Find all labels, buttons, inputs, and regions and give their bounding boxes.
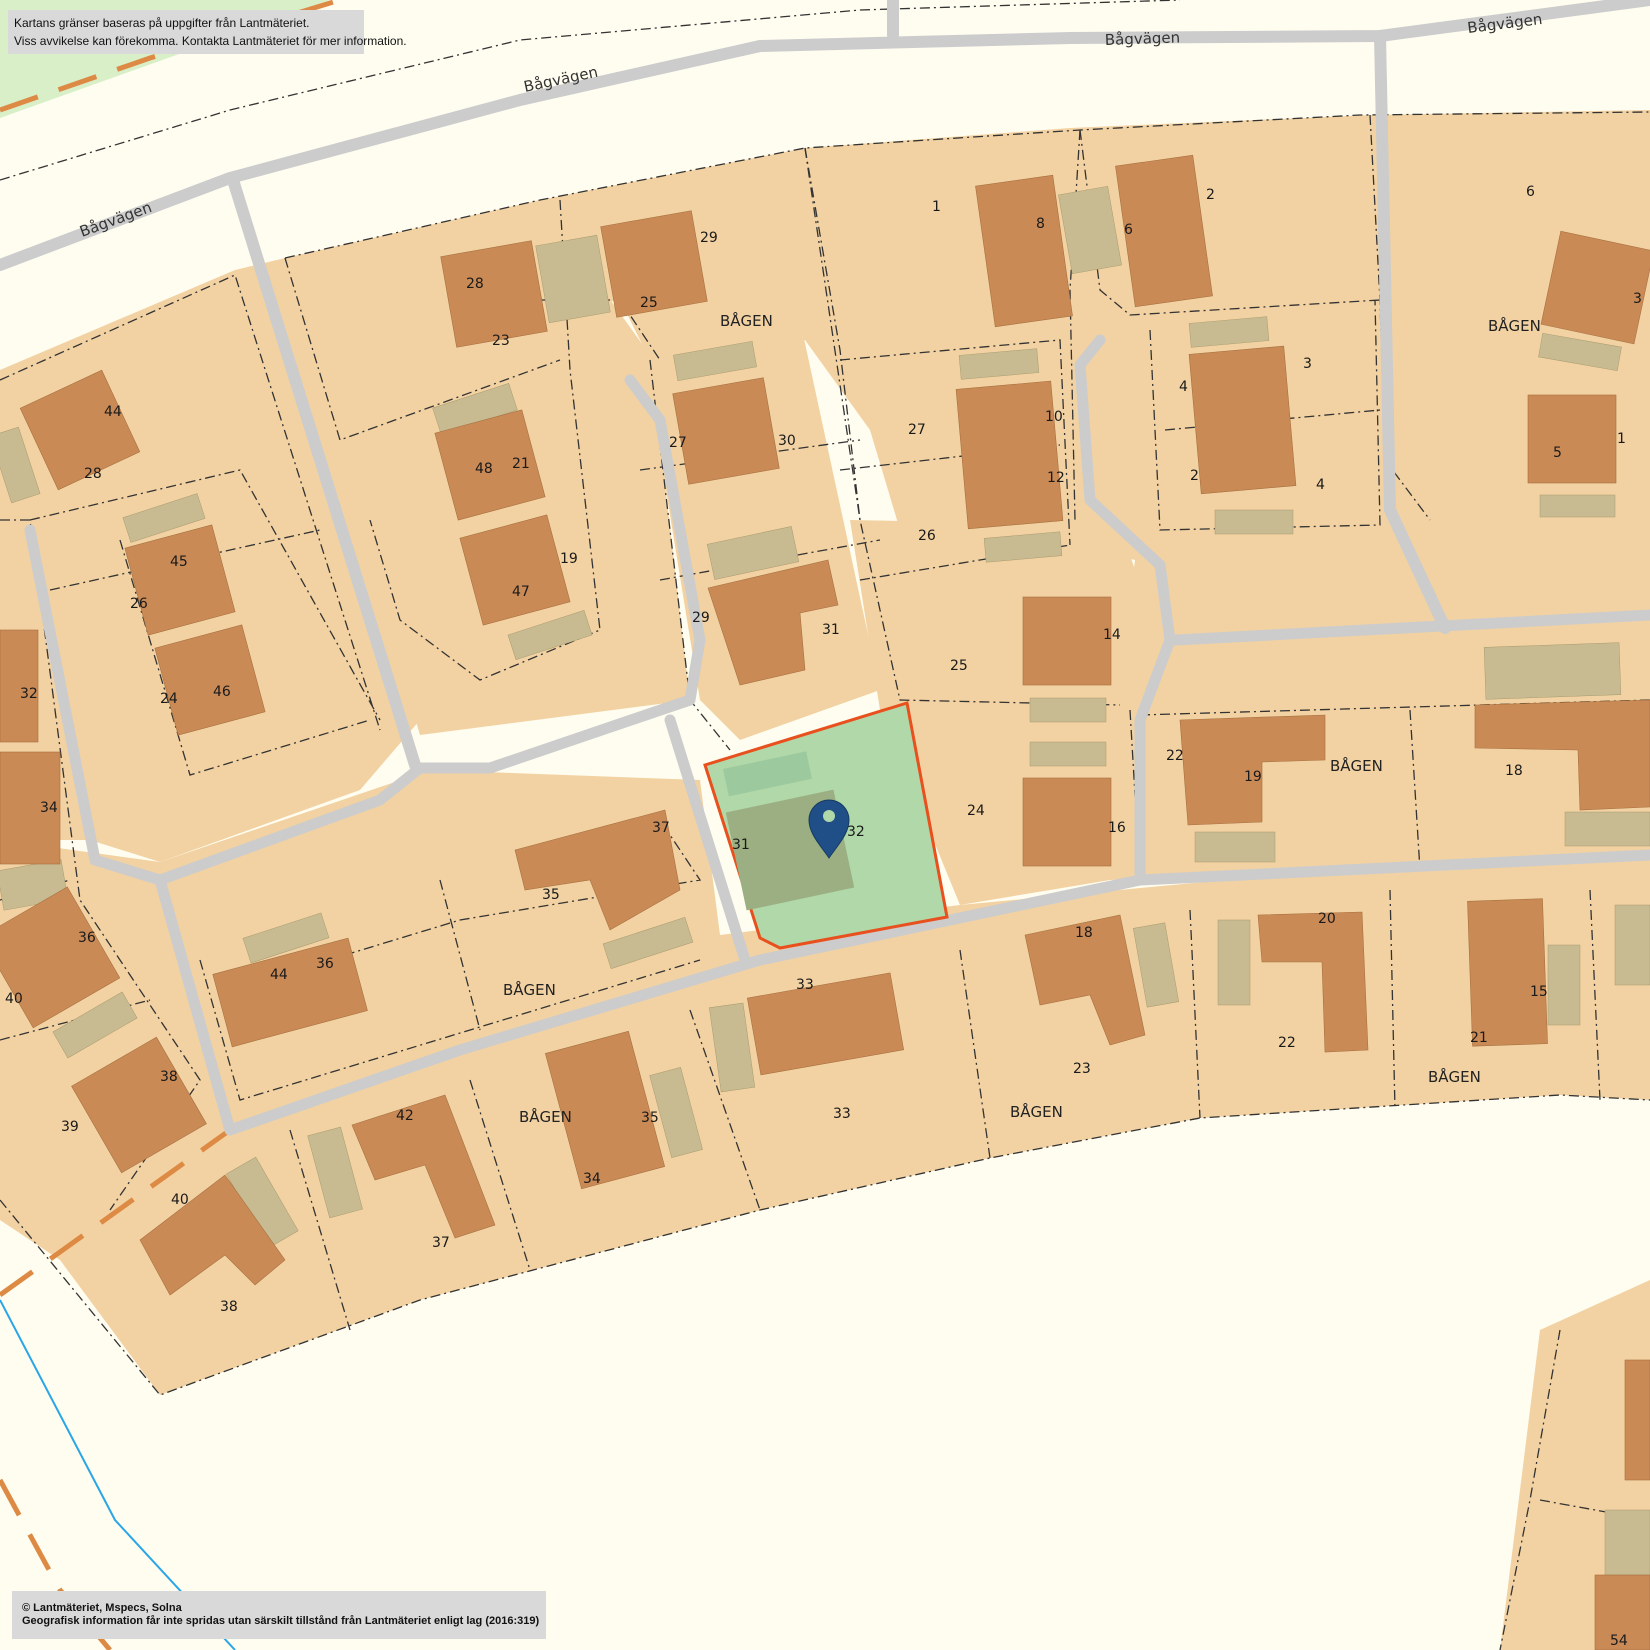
- plot-number: 25: [640, 295, 658, 311]
- plot-number: 3: [1633, 291, 1642, 307]
- plot-number: 18: [1075, 925, 1093, 941]
- plot-number: 14: [1103, 627, 1121, 643]
- plot-number: 2: [1206, 187, 1215, 203]
- plot-number: 30: [778, 433, 796, 449]
- plot-number: 2: [1190, 468, 1199, 484]
- block-label: BÅGEN: [519, 1107, 572, 1126]
- plot-number: 6: [1124, 222, 1133, 238]
- plot-number: 48: [475, 461, 493, 477]
- disclaimer-line: Kartans gränser baseras på uppgifter frå…: [14, 16, 310, 30]
- plot-number: 19: [1244, 769, 1262, 785]
- plot-number: 40: [171, 1192, 189, 1208]
- plot-number: 33: [833, 1106, 851, 1122]
- plot-number: 15: [1530, 984, 1548, 1000]
- plot-number: 3: [1303, 356, 1312, 372]
- copyright-line: © Lantmäteriet, Mspecs, Solna: [22, 1602, 182, 1614]
- plot-number: 54: [1610, 1633, 1628, 1649]
- plot-number: 36: [316, 956, 334, 972]
- plot-number: 1: [1617, 431, 1626, 447]
- plot-number: 32: [20, 686, 38, 702]
- block-label: BÅGEN: [1330, 756, 1383, 775]
- plot-number: 8: [1036, 216, 1045, 232]
- plot-number: 1: [932, 199, 941, 215]
- block-label: BÅGEN: [1428, 1067, 1481, 1086]
- plot-number: 22: [1166, 748, 1184, 764]
- plot-number: 6: [1526, 184, 1535, 200]
- plot-number: 37: [432, 1235, 450, 1251]
- plot-number: 26: [918, 528, 936, 544]
- plot-number: 35: [542, 887, 560, 903]
- plot-number: 27: [669, 435, 687, 451]
- map-disclaimer-notice: Kartans gränser baseras på uppgifter frå…: [8, 10, 407, 54]
- plot-number: 24: [967, 803, 985, 819]
- plot-number: 34: [40, 800, 58, 816]
- plot-number: 25: [950, 658, 968, 674]
- plot-number: 19: [560, 551, 578, 567]
- plot-number: 22: [1278, 1035, 1296, 1051]
- plot-number: 32: [847, 824, 865, 840]
- plot-number: 29: [692, 610, 710, 626]
- plot-number: 4: [1179, 379, 1188, 395]
- plot-number: 36: [78, 930, 96, 946]
- plot-number: 20: [1318, 911, 1336, 927]
- plot-number: 46: [213, 684, 231, 700]
- plot-number: 31: [732, 837, 750, 853]
- plot-number: 23: [1073, 1061, 1091, 1077]
- plot-number: 21: [512, 456, 530, 472]
- plot-number: 23: [492, 333, 510, 349]
- block-label: BÅGEN: [720, 311, 773, 330]
- plot-number: 42: [396, 1108, 414, 1124]
- plot-number: 16: [1108, 820, 1126, 836]
- plot-number: 38: [220, 1299, 238, 1315]
- copyright-notice: © Lantmäteriet, Mspecs, Solna Geografisk…: [12, 1591, 546, 1639]
- plot-number: 47: [512, 584, 530, 600]
- plot-number: 27: [908, 422, 926, 438]
- road-label: Bågvägen: [1105, 28, 1181, 49]
- copyright-line: Geografisk information får inte spridas …: [22, 1615, 540, 1627]
- plot-number: 40: [5, 991, 23, 1007]
- plot-number: 12: [1047, 470, 1065, 486]
- plot-number: 28: [466, 276, 484, 292]
- plot-number: 18: [1505, 763, 1523, 779]
- block-label: BÅGEN: [1010, 1102, 1063, 1121]
- plot-number: 26: [130, 596, 148, 612]
- plot-number: 24: [160, 691, 178, 707]
- plot-number: 10: [1045, 409, 1063, 425]
- plot-number: 28: [84, 466, 102, 482]
- property-map[interactable]: Bågvägen Bågvägen Bågvägen Bågvägen BÅGE…: [0, 0, 1650, 1650]
- plot-number: 44: [104, 404, 122, 420]
- plot-number: 38: [160, 1069, 178, 1085]
- plot-number: 45: [170, 554, 188, 570]
- block-label: BÅGEN: [503, 980, 556, 999]
- plot-number: 4: [1316, 477, 1325, 493]
- block-label: BÅGEN: [1488, 316, 1541, 335]
- disclaimer-line: Viss avvikelse kan förekomma. Kontakta L…: [14, 34, 407, 48]
- plot-number: 39: [61, 1119, 79, 1135]
- plot-number: 35: [641, 1110, 659, 1126]
- plot-number: 37: [652, 820, 670, 836]
- plot-number: 29: [700, 230, 718, 246]
- plot-number: 21: [1470, 1030, 1488, 1046]
- plot-number: 33: [796, 977, 814, 993]
- plot-number: 34: [583, 1171, 601, 1187]
- plot-number: 31: [822, 622, 840, 638]
- plot-number: 5: [1553, 445, 1562, 461]
- plot-number: 44: [270, 967, 288, 983]
